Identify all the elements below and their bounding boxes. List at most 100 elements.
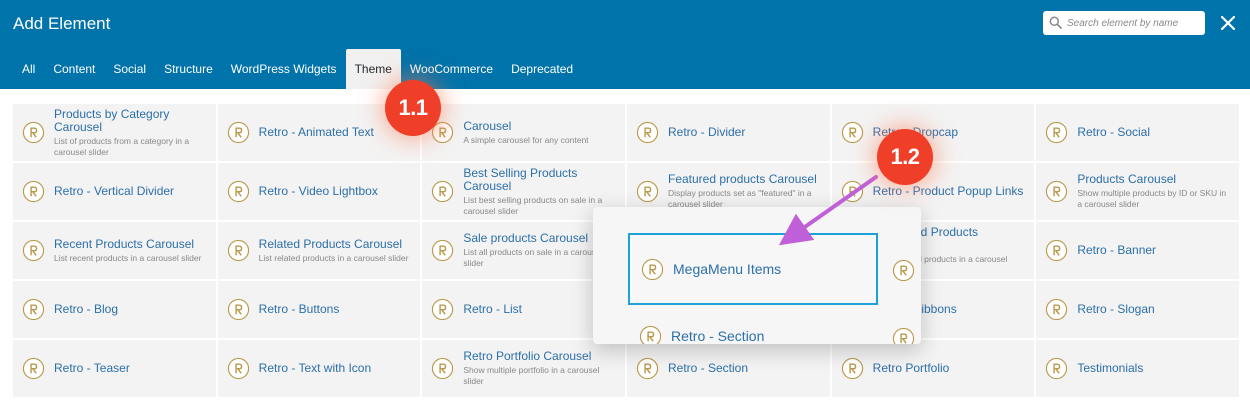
element-card[interactable]: Retro - Divider <box>627 104 830 161</box>
element-description: List recent products in a carousel slide… <box>54 252 202 263</box>
element-icon <box>1045 357 1068 380</box>
element-card[interactable]: Related Products Carousel List related pr… <box>217 222 421 279</box>
element-name: Retro Portfolio <box>872 361 950 375</box>
element-name: Featured products Carousel <box>668 172 817 186</box>
element-description: List of products from a category in a ca… <box>54 135 190 157</box>
element-icon <box>1045 180 1068 203</box>
element-icon <box>636 121 659 144</box>
tab-content[interactable]: Content <box>44 49 104 89</box>
element-card[interactable]: Products Carousel Show multiple products … <box>1036 163 1239 220</box>
element-card[interactable]: Retro Portfolio <box>831 340 1035 397</box>
element-name: Retro Portfolio Carousel <box>463 349 592 363</box>
element-icon <box>636 357 659 380</box>
search-icon <box>1049 16 1062 29</box>
element-card[interactable]: Retro - Text with Icon <box>217 340 421 397</box>
element-icon <box>841 180 864 203</box>
element-card[interactable]: Retro - Blog <box>13 281 216 338</box>
element-name: Retro - Buttons <box>258 302 340 316</box>
search-box[interactable] <box>1043 11 1205 35</box>
element-description: Show multiple products by ID or SKU in a… <box>1077 188 1227 209</box>
element-icon <box>641 258 664 280</box>
close-icon[interactable] <box>1218 13 1238 33</box>
element-icon <box>892 259 915 282</box>
element-card[interactable]: Retro - Vertical Divider <box>13 163 216 220</box>
step-badge-1-1: 1.1 <box>385 80 441 136</box>
popup-highlighted-label: MegaMenu Items <box>673 260 782 277</box>
element-name: Retro - Animated Text <box>258 125 374 139</box>
element-name: Products by Category Carousel <box>54 106 170 134</box>
element-name: Retro - Social <box>1077 125 1151 139</box>
element-name: Retro - Section <box>668 361 749 375</box>
tab-social[interactable]: Social <box>104 49 155 89</box>
element-name: Carousel <box>463 118 512 133</box>
popup-next-item[interactable]: Retro - Section <box>639 325 770 344</box>
search-input[interactable] <box>1067 13 1201 33</box>
element-icon <box>639 325 662 344</box>
element-name: Related Products Carousel <box>258 236 403 251</box>
step-badge-1-2: 1.2 <box>877 129 933 185</box>
element-icon <box>22 121 45 144</box>
element-icon <box>1045 298 1068 321</box>
tab-all[interactable]: All <box>13 49 44 89</box>
element-icon <box>892 327 915 344</box>
element-card[interactable]: Recent Products Carousel List recent prod… <box>13 222 216 279</box>
tab-structure[interactable]: Structure <box>155 49 222 89</box>
element-icon <box>227 239 250 262</box>
modal-title: Add Element <box>13 14 111 33</box>
element-name: Retro - Banner <box>1077 243 1157 257</box>
element-icon <box>22 239 45 262</box>
element-name: Retro - Video Lightbox <box>258 184 378 198</box>
element-icon <box>22 298 45 321</box>
element-card[interactable]: Products by Category Carousel List of pro… <box>13 104 216 161</box>
element-name: Retro - List <box>463 302 523 316</box>
element-card[interactable]: Retro Portfolio Carousel Show multiple po… <box>422 340 625 397</box>
element-icon <box>1045 239 1068 262</box>
element-card[interactable]: Retro - Dropcap <box>831 104 1035 161</box>
element-name: Testimonials <box>1077 361 1144 375</box>
element-icon <box>841 357 864 380</box>
element-card[interactable]: Retro - Buttons <box>217 281 421 338</box>
element-name: Best Selling Products Carousel <box>463 165 578 193</box>
tab-wordpress-widgets[interactable]: WordPress Widgets <box>222 49 346 89</box>
element-name: Retro - Slogan <box>1077 302 1155 316</box>
element-icon <box>431 239 454 262</box>
element-icon <box>636 180 659 203</box>
element-name: Retro - Text with Icon <box>258 361 372 375</box>
element-icon <box>227 298 250 321</box>
element-name: Retro - Teaser <box>54 361 130 375</box>
element-icon <box>22 357 45 380</box>
element-icon <box>841 121 864 144</box>
element-card[interactable]: Retro - Slogan <box>1036 281 1239 338</box>
element-name: Products Carousel <box>1077 172 1177 186</box>
element-card[interactable]: Carousel A simple carousel for any conten… <box>422 104 625 161</box>
element-icon <box>431 357 454 380</box>
category-tabs: All Content Social Structure WordPress W… <box>13 49 582 89</box>
element-card[interactable]: Retro - Section <box>627 340 830 397</box>
element-description: A simple carousel for any content <box>463 134 589 145</box>
element-card[interactable]: Retro - Teaser <box>13 340 216 397</box>
element-icon <box>22 180 45 203</box>
element-icon <box>227 357 250 380</box>
element-icon <box>227 121 250 144</box>
element-card[interactable]: Retro - Banner <box>1036 222 1239 279</box>
element-name: Retro - Blog <box>54 302 119 316</box>
zoom-callout: MegaMenu Items Retro - Section <box>593 207 921 344</box>
tab-theme[interactable]: Theme <box>345 49 401 89</box>
element-name: Retro - Divider <box>668 125 746 139</box>
element-card[interactable]: Testimonials <box>1036 340 1239 397</box>
element-icon <box>431 298 454 321</box>
element-name: Recent Products Carousel <box>54 236 195 251</box>
tab-deprecated[interactable]: Deprecated <box>502 49 582 89</box>
element-icon <box>227 180 250 203</box>
element-icon <box>431 180 454 203</box>
modal-header: Add Element All Content Social Structure… <box>0 0 1250 89</box>
element-card[interactable]: Retro - Video Lightbox <box>217 163 421 220</box>
element-icon <box>1045 121 1068 144</box>
element-name: Retro - Product Popup Links <box>872 184 1024 198</box>
element-description: Show multiple portfolio in a carousel sl… <box>463 365 600 386</box>
megamenu-items-highlight[interactable]: MegaMenu Items <box>628 233 878 305</box>
element-card[interactable]: Retro - Social <box>1036 104 1239 161</box>
popup-next-label: Retro - Section <box>671 328 765 344</box>
element-name: Retro - Vertical Divider <box>54 184 175 198</box>
element-description: List related products in a carousel slid… <box>258 252 409 263</box>
